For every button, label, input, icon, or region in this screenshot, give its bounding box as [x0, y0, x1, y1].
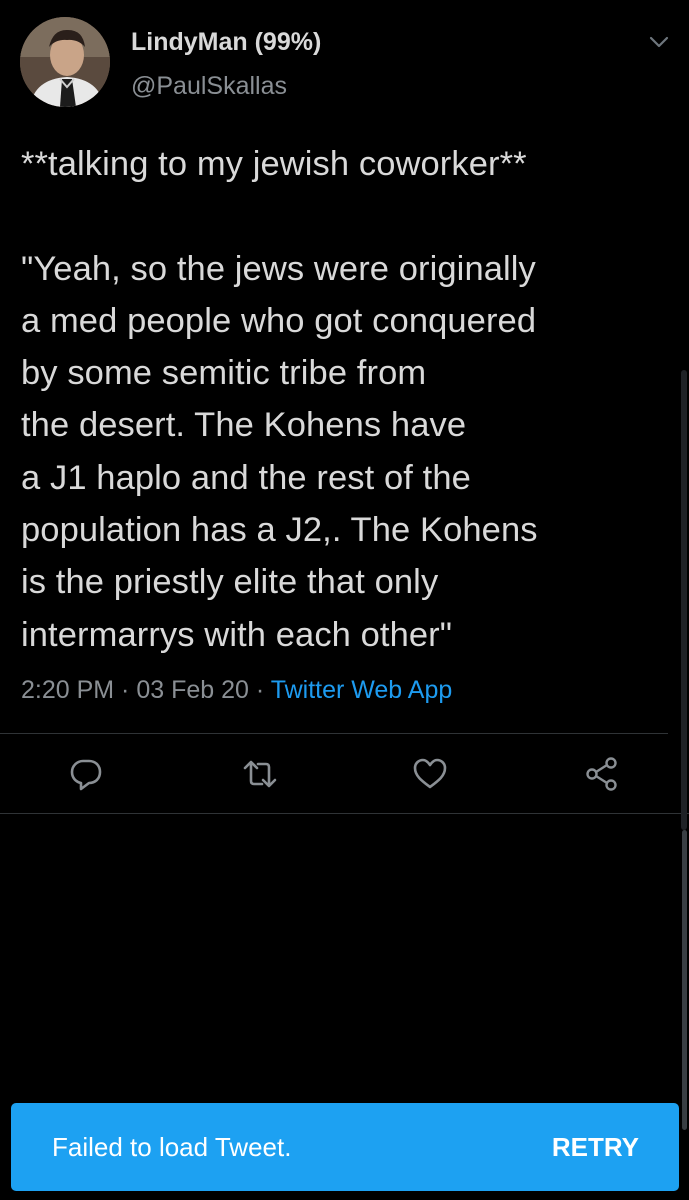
author-display-name[interactable]: LindyMan (99%)	[131, 28, 321, 57]
author-handle[interactable]: @PaulSkallas	[131, 72, 287, 101]
tweet-date: 03 Feb 20	[136, 676, 249, 704]
meta-separator: ·	[248, 676, 271, 704]
tweet-text: **talking to my jewish coworker** "Yeah,…	[21, 145, 538, 654]
share-icon[interactable]	[584, 756, 620, 792]
meta-separator: ·	[114, 676, 137, 704]
error-snackbar: Failed to load Tweet. RETRY	[11, 1103, 679, 1191]
tweet-metadata: 2:20 PM · 03 Feb 20 · Twitter Web App	[21, 676, 452, 705]
retweet-icon[interactable]	[242, 756, 278, 792]
like-icon[interactable]	[412, 756, 448, 792]
divider	[0, 733, 668, 734]
chevron-down-icon[interactable]	[648, 34, 670, 50]
tweet-time: 2:20 PM	[21, 676, 115, 704]
scrollbar-track[interactable]	[681, 370, 687, 830]
avatar-image	[20, 17, 110, 107]
reply-icon[interactable]	[68, 756, 104, 792]
retry-button[interactable]: RETRY	[552, 1132, 639, 1163]
snackbar-message: Failed to load Tweet.	[52, 1132, 292, 1162]
scrollbar-thumb[interactable]	[682, 830, 687, 1130]
divider	[0, 813, 689, 814]
avatar[interactable]	[20, 17, 110, 107]
tweet-source-link[interactable]: Twitter Web App	[271, 676, 453, 704]
